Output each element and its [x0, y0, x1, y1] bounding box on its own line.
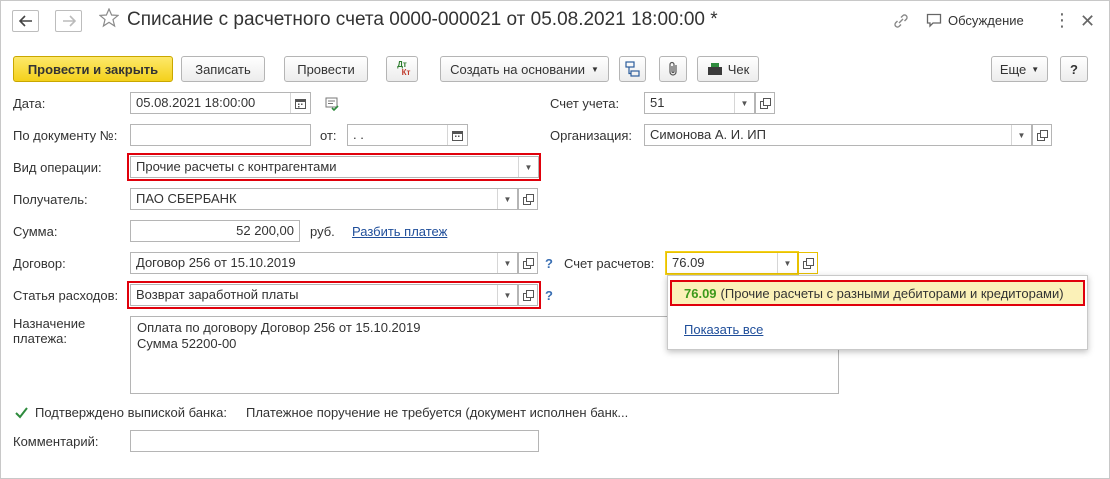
organization-open-button[interactable]	[1032, 124, 1052, 146]
open-icon	[523, 194, 534, 205]
calendar-icon	[452, 130, 463, 141]
post-and-close-button[interactable]: Провести и закрыть	[13, 56, 173, 82]
help-button[interactable]: ?	[1060, 56, 1088, 82]
check-button[interactable]: Чек	[697, 56, 759, 82]
settlement-account-select[interactable]: 76.09 ▼	[666, 252, 798, 274]
sum-label: Сумма:	[13, 224, 58, 239]
settlement-open-button[interactable]	[798, 252, 818, 274]
doc-date-value: . .	[353, 127, 364, 142]
more-label: Еще	[999, 61, 1027, 77]
dropdown-option[interactable]: 76.09 (Прочие расчеты с разными дебитора…	[670, 280, 1085, 306]
discussion-label: Обсуждение	[948, 13, 1024, 28]
more-vert-icon[interactable]: ⋮	[1053, 10, 1071, 31]
check-label: Чек	[727, 61, 750, 77]
recipient-value: ПАО СБЕРБАНК	[136, 191, 237, 206]
comment-label: Комментарий:	[13, 434, 99, 449]
favorite-star-icon[interactable]	[98, 7, 120, 31]
comment-input[interactable]	[130, 430, 539, 452]
structure-button[interactable]	[619, 56, 646, 82]
purpose-label-line-2: платежа:	[13, 331, 67, 346]
document-check-icon[interactable]	[324, 96, 340, 115]
contract-select[interactable]: Договор 256 от 15.10.2019 ▼	[130, 252, 518, 274]
from-label: от:	[320, 128, 337, 143]
organization-label: Организация:	[550, 128, 633, 143]
expense-help-mark[interactable]: ?	[545, 288, 553, 303]
payment-order-note: Платежное поручение не требуется (докуме…	[246, 405, 629, 420]
doc-date-field[interactable]: . .	[347, 124, 468, 146]
operation-highlight	[127, 153, 541, 181]
chevron-down-icon[interactable]: ▼	[777, 253, 797, 273]
account-label: Счет учета:	[550, 96, 620, 111]
contract-label: Договор:	[13, 256, 66, 271]
settlement-account-dropdown: 76.09 (Прочие расчеты с разными дебитора…	[667, 275, 1088, 350]
account-value: 51	[650, 95, 665, 110]
date-field[interactable]: 05.08.2021 18:00:00	[130, 92, 311, 114]
recipient-select[interactable]: ПАО СБЕРБАНК ▼	[130, 188, 518, 210]
create-based-on-label: Создать на основании	[450, 61, 585, 77]
hierarchy-icon	[624, 61, 640, 77]
calendar-button[interactable]	[290, 93, 310, 113]
show-all-link[interactable]: Показать все	[684, 322, 763, 337]
calendar-icon	[295, 98, 306, 109]
date-value: 05.08.2021 18:00:00	[136, 95, 256, 110]
sum-input[interactable]: 52 200,00	[130, 220, 300, 242]
expense-item-label: Статья расходов:	[13, 288, 119, 303]
contract-help-mark[interactable]: ?	[545, 256, 553, 271]
recipient-label: Получатель:	[13, 192, 88, 207]
expense-highlight	[127, 281, 541, 309]
account-open-button[interactable]	[755, 92, 775, 114]
open-icon	[1037, 130, 1048, 141]
post-button[interactable]: Провести	[284, 56, 368, 82]
organization-value: Симонова А. И. ИП	[650, 127, 766, 142]
contract-value: Договор 256 от 15.10.2019	[136, 255, 296, 270]
page-title: Списание с расчетного счета 0000-000021 …	[127, 9, 718, 30]
open-icon	[523, 258, 534, 269]
attachments-button[interactable]	[659, 56, 687, 82]
chevron-down-icon[interactable]: ▼	[734, 93, 754, 113]
close-icon[interactable]: ✕	[1080, 11, 1095, 32]
option-description: (Прочие расчеты с разными дебиторами и к…	[720, 285, 1064, 301]
bank-confirmed-label: Подтверждено выпиской банка:	[35, 405, 227, 420]
dt-kt-button[interactable]: Дт Кт	[386, 56, 418, 82]
currency-label: руб.	[310, 224, 335, 239]
open-icon	[803, 258, 814, 269]
chevron-down-icon[interactable]: ▼	[497, 253, 517, 273]
settlement-account-value: 76.09	[672, 255, 705, 270]
organization-select[interactable]: Симонова А. И. ИП ▼	[644, 124, 1032, 146]
checkmark-icon	[15, 407, 28, 419]
operation-type-label: Вид операции:	[13, 160, 102, 175]
create-based-on-button[interactable]: Создать на основании ▼	[440, 56, 609, 82]
more-button[interactable]: Еще ▼	[991, 56, 1048, 82]
bank-confirmed-checkbox[interactable]	[14, 405, 29, 423]
arrow-right-icon	[62, 15, 76, 27]
arrow-left-icon	[18, 15, 32, 27]
purpose-label-line-1: Назначение	[13, 316, 86, 331]
calendar-button[interactable]	[447, 125, 467, 145]
back-button[interactable]	[12, 10, 39, 32]
account-select[interactable]: 51 ▼	[644, 92, 755, 114]
chevron-down-icon[interactable]: ▼	[497, 189, 517, 209]
chevron-down-icon[interactable]: ▼	[1011, 125, 1031, 145]
forward-button[interactable]	[55, 10, 82, 32]
paperclip-icon	[669, 61, 677, 76]
doc-number-input[interactable]	[130, 124, 311, 146]
speech-bubble-icon	[926, 13, 942, 28]
open-icon	[760, 98, 771, 109]
doc-number-label: По документу №:	[13, 128, 118, 143]
cash-register-icon	[707, 63, 722, 75]
option-code: 76.09	[684, 285, 717, 301]
settlement-account-label: Счет расчетов:	[564, 256, 655, 271]
link-icon[interactable]	[892, 12, 910, 33]
chevron-down-icon: ▼	[590, 64, 599, 74]
chevron-down-icon: ▼	[1031, 64, 1040, 74]
contract-open-button[interactable]	[518, 252, 538, 274]
save-button[interactable]: Записать	[181, 56, 265, 82]
kt-label: Кт	[401, 68, 411, 77]
date-label: Дата:	[13, 96, 46, 111]
split-payment-link[interactable]: Разбить платеж	[352, 224, 447, 239]
recipient-open-button[interactable]	[518, 188, 538, 210]
discussion-button[interactable]: Обсуждение	[926, 13, 1024, 28]
